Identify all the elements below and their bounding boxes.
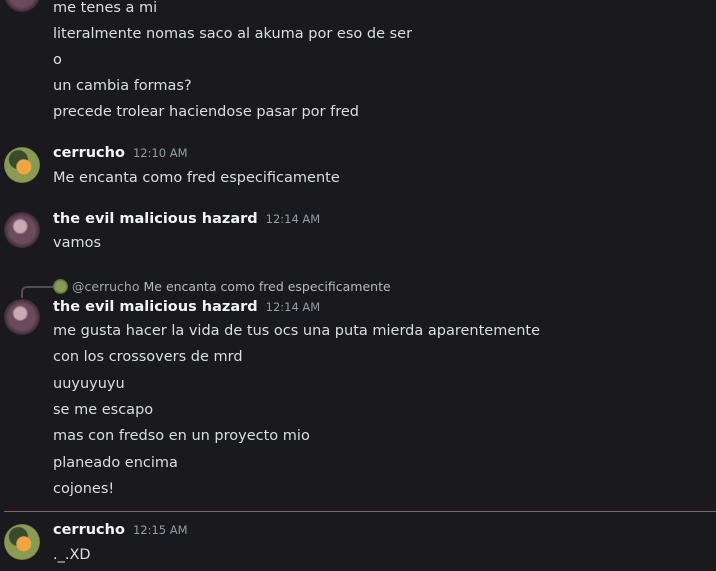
message-header: the evil malicious hazard 12:14 AM <box>53 299 320 321</box>
message-line: planeado encima <box>53 455 178 471</box>
avatar[interactable] <box>4 147 40 183</box>
avatar[interactable] <box>4 299 40 335</box>
message-line: me tenes a mi <box>53 0 158 16</box>
reply-avatar <box>53 278 68 294</box>
reply-reference[interactable]: @cerrucho Me encanta como fred especific… <box>53 277 391 295</box>
message-line: Me encanta como fred especificamente <box>53 170 340 186</box>
avatar[interactable] <box>4 0 40 12</box>
reply-connector <box>21 286 53 298</box>
message-line: uuyuyuyu <box>53 376 125 392</box>
reply-text[interactable]: Me encanta como fred especificamente <box>144 279 391 294</box>
message-line: literalmente nomas saco al akuma por eso… <box>53 26 413 42</box>
new-messages-divider <box>4 511 716 512</box>
username[interactable]: cerrucho <box>53 145 125 161</box>
message-line: con los crossovers de mrd <box>53 349 243 365</box>
username[interactable]: the evil malicious hazard <box>53 299 258 315</box>
timestamp[interactable]: 12:15 AM <box>133 523 188 537</box>
message-line: un cambia formas? <box>53 78 192 94</box>
message-line: cojones! <box>53 481 115 497</box>
message-line: mas con fredso en un proyecto mio <box>53 428 310 444</box>
message-header: the evil malicious hazard 12:14 AM <box>53 211 320 233</box>
avatar[interactable] <box>4 524 40 560</box>
message-line: se me escapo <box>53 402 154 418</box>
message-line: ._.XD <box>53 547 91 563</box>
timestamp[interactable]: 12:14 AM <box>266 300 321 314</box>
message-line: me gusta hacer la vida de tus ocs una pu… <box>53 323 541 339</box>
message-line: vamos <box>53 235 102 251</box>
message-header: cerrucho 12:15 AM <box>53 522 188 544</box>
timestamp[interactable]: 12:10 AM <box>133 146 188 160</box>
chat-messages: me tenes a mi literalmente nomas saco al… <box>0 0 716 571</box>
timestamp[interactable]: 12:14 AM <box>266 212 321 226</box>
username[interactable]: the evil malicious hazard <box>53 211 258 227</box>
avatar[interactable] <box>4 212 40 248</box>
reply-username[interactable]: @cerrucho <box>72 279 140 294</box>
message-line: o <box>53 52 62 68</box>
message-header: cerrucho 12:10 AM <box>53 145 188 167</box>
username[interactable]: cerrucho <box>53 522 125 538</box>
message-line: precede trolear haciendose pasar por fre… <box>53 104 359 120</box>
